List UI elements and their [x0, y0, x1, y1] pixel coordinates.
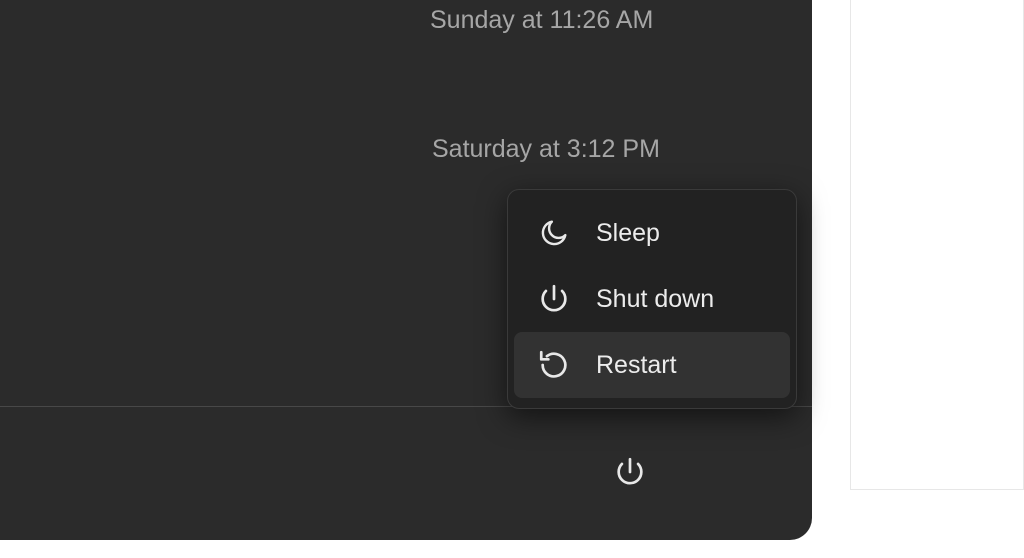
timestamp-1: Sunday at 11:26 AM	[430, 6, 653, 35]
restart-label: Restart	[596, 351, 677, 380]
sleep-label: Sleep	[596, 219, 660, 248]
restart-menu-item[interactable]: Restart	[514, 332, 790, 398]
background-strip	[850, 0, 1024, 490]
shutdown-menu-item[interactable]: Shut down	[514, 266, 790, 332]
sleep-menu-item[interactable]: Sleep	[514, 200, 790, 266]
power-menu: Sleep Shut down Restart	[507, 189, 797, 409]
timestamp-2: Saturday at 3:12 PM	[432, 135, 660, 164]
restart-icon	[536, 347, 572, 383]
power-icon	[536, 281, 572, 317]
moon-icon	[536, 215, 572, 251]
power-button[interactable]	[602, 444, 658, 500]
start-panel: Sunday at 11:26 AM Saturday at 3:12 PM S…	[0, 0, 812, 540]
shutdown-label: Shut down	[596, 285, 714, 314]
